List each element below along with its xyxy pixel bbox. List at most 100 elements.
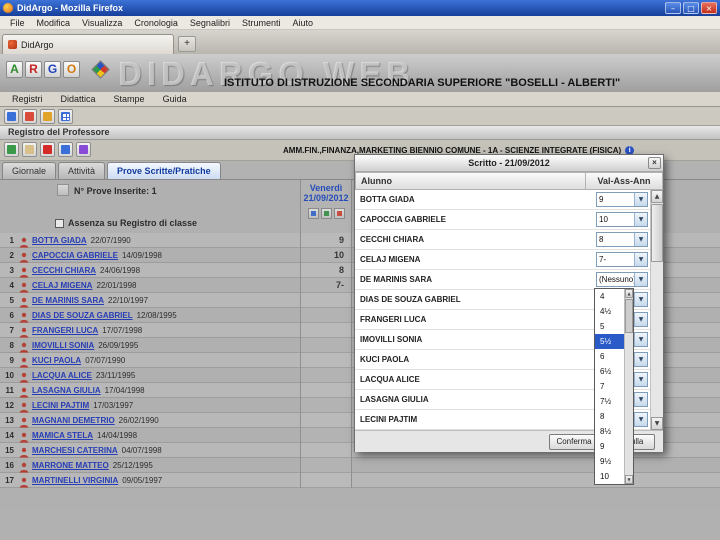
student-name-link[interactable]: LASAGNA GIULIA xyxy=(32,386,101,395)
grade-option[interactable]: 6½ xyxy=(595,364,624,379)
student-name-link[interactable]: DE MARINIS SARA xyxy=(32,296,104,305)
dialog-student-row: BOTTA GIADA 9 ▼ xyxy=(355,190,663,210)
dropdown-scrollbar-thumb[interactable] xyxy=(625,299,633,333)
chevron-down-icon[interactable]: ▼ xyxy=(634,373,647,386)
grade-select[interactable]: 8 ▼ xyxy=(596,232,648,247)
registro-tab[interactable]: Giornale xyxy=(2,162,57,179)
maximize-button[interactable]: □ xyxy=(683,2,699,14)
browser-menu-item[interactable]: Modifica xyxy=(31,18,77,28)
grade-option[interactable]: 10 xyxy=(595,469,624,484)
browser-menu-item[interactable]: File xyxy=(4,18,31,28)
student-name-link[interactable]: BOTTA GIADA xyxy=(32,236,87,245)
grade-option[interactable]: 7 xyxy=(595,379,624,394)
grade-select[interactable]: 7- ▼ xyxy=(596,252,648,267)
chevron-down-icon[interactable]: ▼ xyxy=(634,413,647,426)
app-menu-item[interactable]: Stampe xyxy=(106,93,153,105)
browser-menu-item[interactable]: Strumenti xyxy=(236,18,287,28)
prova-date[interactable]: 21/09/2012 xyxy=(301,193,351,203)
grade-option[interactable]: 7½ xyxy=(595,394,624,409)
grade-option[interactable]: 9 xyxy=(595,439,624,454)
app-menu-item[interactable]: Didattica xyxy=(53,93,104,105)
dropdown-scroll-down-icon[interactable]: ▼ xyxy=(625,475,633,484)
student-person-icon xyxy=(19,295,29,308)
student-name-link[interactable]: CAPOCCIA GABRIELE xyxy=(32,251,118,260)
chevron-down-icon[interactable]: ▼ xyxy=(634,313,647,326)
browser-menu-item[interactable]: Aiuto xyxy=(286,18,319,28)
student-name-link[interactable]: CELAJ MIGENA xyxy=(32,281,92,290)
new-tab-button[interactable]: + xyxy=(178,36,196,52)
dropdown-scroll-up-icon[interactable]: ▲ xyxy=(625,289,633,298)
chevron-down-icon[interactable]: ▼ xyxy=(634,233,647,246)
grade-option[interactable]: 8½ xyxy=(595,424,624,439)
confirm-button[interactable]: Conferma xyxy=(549,433,599,450)
prove-icon xyxy=(57,184,69,196)
window-titlebar[interactable]: DidArgo - Mozilla Firefox – □ × xyxy=(0,0,720,16)
dialog-student-name: CAPOCCIA GABRIELE xyxy=(360,215,446,224)
registro-tab[interactable]: Prove Scritte/Pratiche xyxy=(107,162,221,179)
student-name-link[interactable]: MARCHESI CATERINA xyxy=(32,446,118,455)
student-name-link[interactable]: MAMICA STELA xyxy=(32,431,93,440)
absence-label: Assenza su Registro di classe xyxy=(68,218,198,228)
grade-option[interactable]: 5 xyxy=(595,319,624,334)
tab-didargo[interactable]: DidArgo xyxy=(2,34,174,54)
browser-menu-item[interactable]: Segnalibri xyxy=(184,18,236,28)
students-icon[interactable] xyxy=(58,142,73,157)
chevron-down-icon[interactable]: ▼ xyxy=(634,293,647,306)
dialog-close-button[interactable]: × xyxy=(648,157,661,169)
stats-icon[interactable] xyxy=(76,142,91,157)
dialog-student-name: LACQUA ALICE xyxy=(360,375,420,384)
save-icon[interactable] xyxy=(22,142,37,157)
close-window-button[interactable]: × xyxy=(701,2,717,14)
absence-checkbox[interactable] xyxy=(55,218,64,228)
student-number: 12 xyxy=(5,400,14,410)
chevron-down-icon[interactable]: ▼ xyxy=(634,253,647,266)
student-name-link[interactable]: MARRONE MATTEO xyxy=(32,461,109,470)
grade-option[interactable]: 6 xyxy=(595,349,624,364)
grade-option[interactable]: 9½ xyxy=(595,454,624,469)
grade-option[interactable]: 8 xyxy=(595,409,624,424)
student-birthdate: 04/07/1998 xyxy=(121,445,162,455)
print-icon[interactable] xyxy=(40,108,55,124)
registro-tab[interactable]: Attività xyxy=(58,162,106,179)
grade-option[interactable]: 4 xyxy=(595,289,624,304)
chevron-down-icon[interactable]: ▼ xyxy=(634,333,647,346)
student-name-link[interactable]: MAGNANI DEMETRIO xyxy=(32,416,115,425)
app-menu-item[interactable]: Registri xyxy=(4,93,51,105)
student-name-link[interactable]: MARTINELLI VIRGINIA xyxy=(32,476,118,485)
scroll-down-icon[interactable]: ▼ xyxy=(651,417,663,430)
prova-delete-button[interactable] xyxy=(333,208,345,219)
grade-option[interactable]: 5½ xyxy=(595,334,624,349)
student-name-link[interactable]: LACQUA ALICE xyxy=(32,371,92,380)
scrollbar-thumb[interactable] xyxy=(651,204,663,262)
student-name-link[interactable]: IMOVILLI SONIA xyxy=(32,341,94,350)
student-name-link[interactable]: KUCI PAOLA xyxy=(32,356,81,365)
minimize-button[interactable]: – xyxy=(665,2,681,14)
grade-select[interactable]: (Nessuno) ▼ xyxy=(596,272,648,287)
dialog-scrollbar[interactable]: ▲ ▼ xyxy=(650,190,663,430)
grid-view-icon[interactable] xyxy=(58,108,73,124)
chevron-down-icon[interactable]: ▼ xyxy=(634,273,647,286)
student-name-link[interactable]: DIAS DE SOUZA GABRIEL xyxy=(32,311,133,320)
grade-select[interactable]: 10 ▼ xyxy=(596,212,648,227)
delete-document-icon[interactable] xyxy=(22,108,37,124)
app-menu-item[interactable]: Guida xyxy=(155,93,195,105)
scroll-up-icon[interactable]: ▲ xyxy=(651,190,663,203)
browser-menu-item[interactable]: Cronologia xyxy=(128,18,184,28)
dialog-titlebar[interactable]: Scritto - 21/09/2012 × xyxy=(355,155,663,172)
chevron-down-icon[interactable]: ▼ xyxy=(634,353,647,366)
student-name-link[interactable]: FRANGERI LUCA xyxy=(32,326,98,335)
new-document-icon[interactable] xyxy=(4,108,19,124)
chevron-down-icon[interactable]: ▼ xyxy=(634,193,647,206)
grade-option[interactable]: 4½ xyxy=(595,304,624,319)
back-icon[interactable] xyxy=(4,142,19,157)
student-name-link[interactable]: CECCHI CHIARA xyxy=(32,266,96,275)
prova-menu-button[interactable] xyxy=(307,208,319,219)
prova-edit-button[interactable] xyxy=(320,208,332,219)
record-icon[interactable] xyxy=(40,142,55,157)
browser-menu-item[interactable]: Visualizza xyxy=(76,18,128,28)
chevron-down-icon[interactable]: ▼ xyxy=(634,213,647,226)
grade-select[interactable]: 9 ▼ xyxy=(596,192,648,207)
student-name-link[interactable]: LECINI PAJTIM xyxy=(32,401,89,410)
dropdown-scrollbar[interactable]: ▲ ▼ xyxy=(624,289,633,484)
chevron-down-icon[interactable]: ▼ xyxy=(634,393,647,406)
